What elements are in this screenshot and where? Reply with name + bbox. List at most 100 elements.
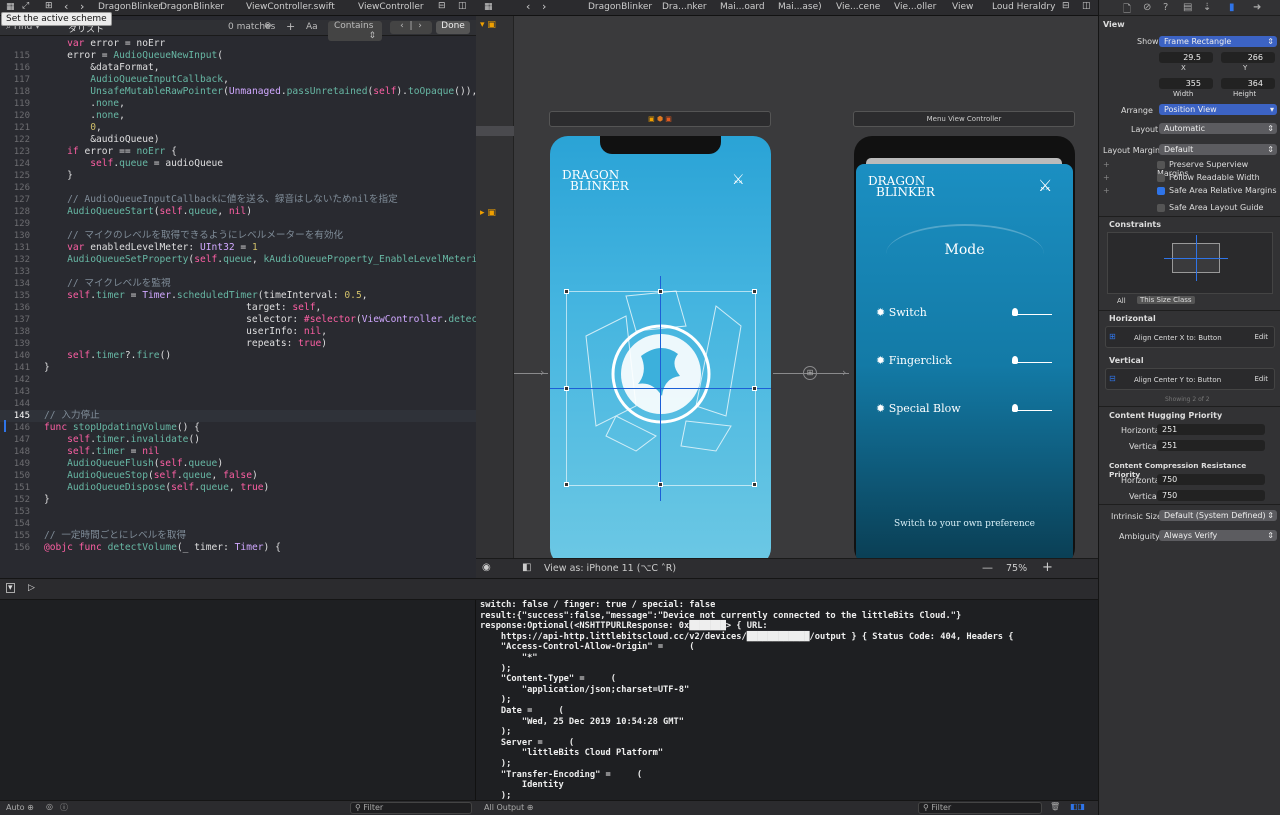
- code-line[interactable]: 151 AudioQueueDispose(self.queue, true): [0, 482, 476, 494]
- breadcrumb-file[interactable]: ViewController.swift: [246, 2, 335, 12]
- view-as-label[interactable]: View as: iPhone 11 (⌥C ˄R): [544, 563, 676, 574]
- scene-bar-view-controller[interactable]: ▣ ⬢ ▣: [549, 111, 771, 127]
- code-line[interactable]: 129: [0, 218, 476, 230]
- code-line[interactable]: 150 AudioQueueStop(self.queue, false): [0, 470, 476, 482]
- related-items-icon[interactable]: ⊞: [45, 1, 53, 11]
- expand-icon[interactable]: ⤢: [22, 1, 29, 11]
- split-editor-icon-2[interactable]: ◫: [1082, 1, 1091, 11]
- code-line[interactable]: 153: [0, 506, 476, 518]
- hide-outline-icon[interactable]: ◉: [482, 562, 491, 573]
- add-editor-icon[interactable]: ⊟: [438, 1, 446, 11]
- code-line[interactable]: 123 if error == noErr {: [0, 146, 476, 158]
- breadcrumb-2-storyboard[interactable]: Mai...oard: [720, 2, 765, 12]
- breadcrumb-project[interactable]: DragonBlinker: [98, 2, 162, 12]
- resize-handle[interactable]: [752, 386, 757, 391]
- done-button[interactable]: Done: [436, 21, 470, 34]
- x-field[interactable]: 29.5: [1159, 52, 1213, 63]
- file-inspector-icon[interactable]: 🗋: [1123, 2, 1131, 19]
- show-select[interactable]: Frame Rectangle ⇕: [1159, 36, 1277, 47]
- code-line[interactable]: 134 // マイクレベルを監視: [0, 278, 476, 290]
- safe-area-guide-checkbox[interactable]: Safe Area Layout Guide: [1157, 203, 1263, 212]
- comp-h-field[interactable]: 750: [1157, 474, 1265, 485]
- zoom-in-button[interactable]: +: [1042, 560, 1053, 575]
- code-line[interactable]: 115 error = AudioQueueNewInput(: [0, 50, 476, 62]
- connections-icon[interactable]: ➜: [1253, 2, 1261, 13]
- device-config-icon[interactable]: ◧: [522, 562, 531, 573]
- hide-debug-icon[interactable]: ▾: [6, 583, 15, 593]
- code-line[interactable]: 142: [0, 374, 476, 386]
- code-line[interactable]: 133: [0, 266, 476, 278]
- width-field[interactable]: 355: [1159, 78, 1213, 89]
- breadcrumb-2-view[interactable]: View: [952, 2, 973, 12]
- code-line[interactable]: 144: [0, 398, 476, 410]
- attributes-icon[interactable]: ⇣: [1203, 2, 1211, 13]
- code-line[interactable]: 128 AudioQueueStart(self.queue, nil): [0, 206, 476, 218]
- variables-filter[interactable]: ⚲ Filter: [350, 802, 472, 814]
- resize-handle[interactable]: [752, 482, 757, 487]
- console-filter[interactable]: ⚲ Filter: [918, 802, 1042, 814]
- grid-icon[interactable]: ▦: [6, 2, 15, 12]
- code-line[interactable]: 152}: [0, 494, 476, 506]
- code-line[interactable]: 155 // 一定時間ごとにレベルを取得: [0, 530, 476, 542]
- code-line[interactable]: 146 func stopUpdatingVolume() {: [0, 422, 476, 434]
- split-editor-icon[interactable]: ◫: [458, 1, 467, 11]
- code-line[interactable]: 130 // マイクのレベルを取得できるようにレベルメーターを有効化: [0, 230, 476, 242]
- code-line[interactable]: 119 .none,: [0, 98, 476, 110]
- console-output[interactable]: switch: false / finger: true / special: …: [476, 600, 1098, 800]
- code-line[interactable]: 136 target: self,: [0, 302, 476, 314]
- help-icon[interactable]: ?: [1163, 2, 1168, 13]
- breadcrumb-2-project[interactable]: DragonBlinker: [588, 2, 652, 12]
- history-icon[interactable]: ⊘: [1143, 2, 1151, 13]
- readable-width-checkbox[interactable]: Follow Readable Width: [1157, 173, 1260, 182]
- add-editor-icon-2[interactable]: ⊟: [1062, 1, 1070, 11]
- code-line[interactable]: 156 @objc func detectVolume(_ timer: Time…: [0, 542, 476, 554]
- h-constraint-row[interactable]: ⊞ Align Center X to: Button Edit: [1105, 326, 1275, 348]
- add-pattern-button[interactable]: +: [286, 20, 295, 33]
- code-line[interactable]: 124 self.queue = audioQueue: [0, 158, 476, 170]
- swords-icon[interactable]: ⚔: [732, 172, 745, 188]
- switch-slider-thumb[interactable]: [1012, 308, 1018, 316]
- storyboard-canvas[interactable]: ▾ ▣ ▸ ▣ ▣ ⬢ ▣ DRAGON BLINKER ⚔ › ⊞ › Men…: [476, 16, 1098, 578]
- breadcrumb-2-scene[interactable]: Vie...cene: [836, 2, 880, 12]
- phone-menu-view-controller[interactable]: DRAGON BLINKER ⚔ Mode ✹ Switch ✹ Fingerc…: [854, 136, 1075, 566]
- code-line[interactable]: 116 &dataFormat,: [0, 62, 476, 74]
- close-swords-icon[interactable]: ⚔: [1038, 176, 1052, 195]
- special-blow-slider-thumb[interactable]: [1012, 404, 1018, 412]
- prev-next-buttons[interactable]: ‹ | ›: [390, 21, 432, 34]
- code-line[interactable]: 121 0,: [0, 122, 476, 134]
- grid-icon-2[interactable]: ▦: [484, 2, 493, 12]
- intrinsic-select[interactable]: Default (System Defined) ⇕: [1159, 510, 1277, 521]
- special-blow-slider[interactable]: [1012, 410, 1052, 411]
- code-line[interactable]: 140 self.timer?.fire(): [0, 350, 476, 362]
- code-line[interactable]: 143: [0, 386, 476, 398]
- hug-h-field[interactable]: 251: [1157, 424, 1265, 435]
- arrange-select[interactable]: Position View ▾: [1159, 104, 1277, 115]
- code-line[interactable]: 148 self.timer = nil: [0, 446, 476, 458]
- safe-area-margins-checkbox[interactable]: Safe Area Relative Margins: [1157, 186, 1277, 195]
- code-line[interactable]: 125 }: [0, 170, 476, 182]
- breadcrumb-2-controller[interactable]: Vie...oller: [894, 2, 936, 12]
- segue-icon[interactable]: ⊞: [803, 366, 817, 380]
- resize-handle[interactable]: [752, 289, 757, 294]
- code-line[interactable]: 131 var enabledLevelMeter: UInt32 = 1: [0, 242, 476, 254]
- comp-v-field[interactable]: 750: [1157, 490, 1265, 501]
- margins-select[interactable]: Default ⇕: [1159, 144, 1277, 155]
- info-icon[interactable]: ⓘ: [60, 802, 68, 813]
- resize-handle[interactable]: [564, 386, 569, 391]
- identity-icon[interactable]: ▤: [1183, 2, 1192, 13]
- code-line[interactable]: 132 AudioQueueSetProperty(self.queue, kA…: [0, 254, 476, 266]
- code-line[interactable]: 126: [0, 182, 476, 194]
- v-edit-button[interactable]: Edit: [1254, 375, 1268, 383]
- code-line[interactable]: 135 self.timer = Timer.scheduledTimer(ti…: [0, 290, 476, 302]
- y-field[interactable]: 266: [1221, 52, 1275, 63]
- breadcrumb-2-base[interactable]: Mai...ase): [778, 2, 822, 12]
- quick-look-icon[interactable]: ◎: [46, 802, 53, 811]
- zoom-out-button[interactable]: —: [982, 561, 993, 574]
- tab-all[interactable]: All: [1117, 297, 1126, 305]
- resize-handle[interactable]: [564, 289, 569, 294]
- scene-bar-menu[interactable]: Menu View Controller: [853, 111, 1075, 127]
- code-line[interactable]: 127 // AudioQueueInputCallbackに値を送る、録音はし…: [0, 194, 476, 206]
- forward-arrow-icon-2[interactable]: ›: [542, 0, 546, 13]
- code-line[interactable]: var error = noErr: [0, 38, 476, 50]
- code-line[interactable]: 139 repeats: true): [0, 338, 476, 350]
